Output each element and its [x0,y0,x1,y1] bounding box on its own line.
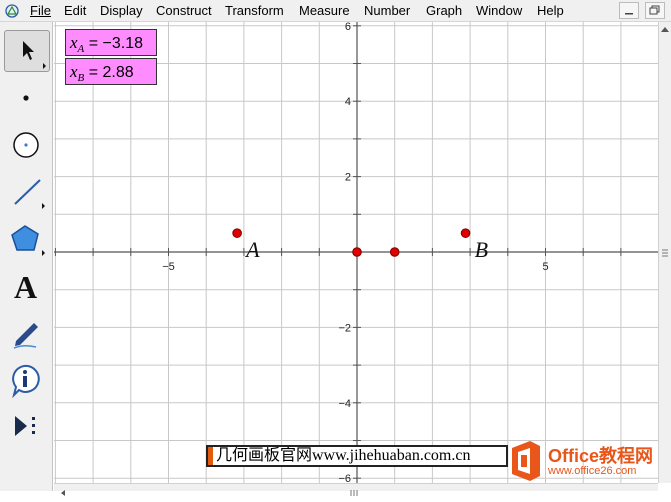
x-tick-label: −5 [162,261,175,273]
point-tool[interactable] [4,77,50,119]
scroll-arrows-icon [661,27,669,257]
watermark-banner-text: 几何画板官网www.jihehuaban.com.cn [216,447,471,464]
menu-graph[interactable]: Graph [426,3,462,18]
custom-tool[interactable] [4,406,50,448]
banner-accent [208,447,213,465]
menu-display[interactable]: Display [100,3,143,18]
marker-tool-icon [13,323,38,349]
y-tick-label: −4 [338,398,351,410]
y-tick-label: −6 [338,473,351,483]
point[interactable] [389,247,400,257]
text-tool-icon: A [14,269,38,305]
point-b[interactable] [460,228,471,238]
office-logo-watermark: Office教程网 www.office26.com [506,436,666,486]
point[interactable] [352,247,362,257]
compass-tool-icon [13,132,39,158]
information-tool-icon [12,364,40,399]
coordinate-grid: −5 5642−2−4−6 AB [54,22,658,483]
menu-edit[interactable]: Edit [64,3,86,18]
marker-tool[interactable] [4,312,50,354]
scroll-grip-icon [61,490,358,496]
y-tick-label: 4 [345,96,351,108]
custom-tool-icon [15,416,35,436]
menu-bar: File Edit Display Construct Transform Me… [0,0,671,22]
vertical-scrollbar[interactable] [658,22,671,483]
sketch-canvas[interactable]: −5 5 6 4 2 −2 −4 −6 AB [54,22,658,483]
restore-icon [649,5,660,15]
menu-file[interactable]: File [30,3,51,18]
x-tick-label: 5 [542,261,548,273]
menu-help[interactable]: Help [537,3,564,18]
point-tool-icon [23,95,29,101]
toolbox: A [0,22,53,491]
menu-window[interactable]: Window [476,3,522,18]
menu-transform[interactable]: Transform [225,3,284,18]
polygon-tool[interactable] [4,218,50,260]
arrow-tool[interactable] [4,30,50,72]
logo-url: www.office26.com [548,465,637,477]
point-label-a: A [244,237,260,262]
office-logo-icon [512,441,540,481]
app-icon [5,4,19,18]
y-tick-label: 2 [345,172,351,184]
measurement-xb[interactable]: xB = 2.88 [65,58,157,85]
point-a[interactable] [232,228,242,238]
straightedge-tool[interactable] [4,171,50,213]
watermark-banner: 几何画板官网www.jihehuaban.com.cn [206,445,508,467]
information-tool[interactable] [4,359,50,401]
graph-points: AB [232,228,488,262]
straightedge-tool-icon [14,179,45,209]
restore-button[interactable] [645,2,665,19]
polygon-tool-icon [11,225,45,256]
compass-tool[interactable] [4,124,50,166]
measurement-xa[interactable]: xA = −3.18 [65,29,157,56]
y-tick-label: 6 [345,22,351,33]
menu-number[interactable]: Number [364,3,410,18]
minimize-button[interactable] [619,2,639,19]
y-tick-label: −2 [338,322,351,334]
text-tool[interactable]: A [4,265,50,307]
menu-construct[interactable]: Construct [156,3,212,18]
minimize-icon [625,13,633,15]
menu-measure[interactable]: Measure [299,3,350,18]
arrow-tool-icon [23,41,46,69]
point-label-b: B [475,237,488,262]
